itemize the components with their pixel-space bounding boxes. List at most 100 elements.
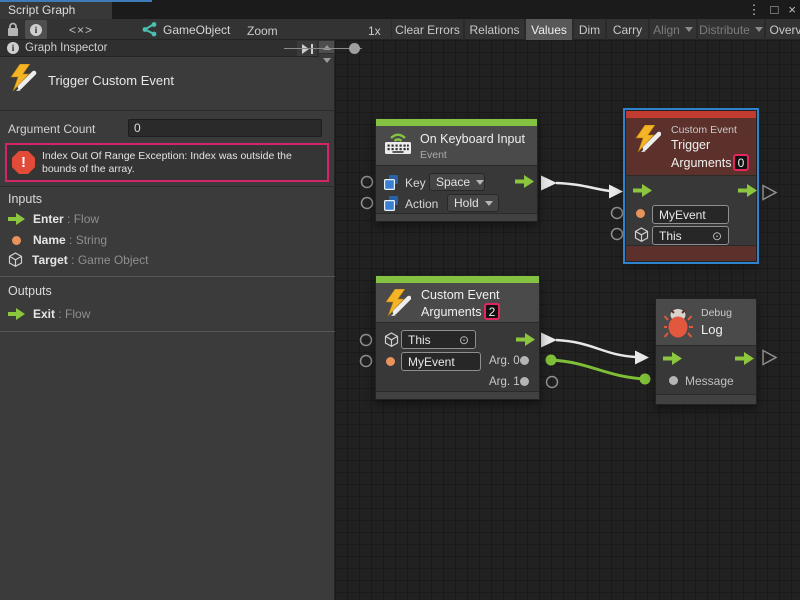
string-port-icon (12, 236, 21, 245)
target-picker-icon[interactable]: ⊙ (712, 229, 722, 243)
inputs-section-label: Inputs (8, 192, 42, 206)
arg1-port[interactable] (520, 377, 529, 386)
flow-arrow-icon (8, 213, 25, 225)
maximize-icon[interactable]: □ (771, 2, 779, 18)
node-title: Log (701, 322, 723, 337)
node-debug-log[interactable]: Debug Log Message (655, 298, 757, 405)
bug-icon (664, 306, 693, 339)
cube-icon (8, 252, 24, 268)
scroll-down-button[interactable] (319, 54, 334, 66)
info-icon (30, 24, 42, 36)
string-port-icon[interactable] (386, 357, 395, 366)
relations-button[interactable]: Relations (464, 19, 525, 40)
zoom-slider-knob[interactable] (349, 43, 360, 54)
overview-button[interactable]: Overv (765, 19, 800, 40)
zoom-label: Zoom (247, 24, 278, 38)
target-field[interactable]: This⊙ (401, 330, 476, 349)
arguments-label: Arguments (671, 156, 731, 170)
error-icon (12, 151, 35, 174)
enum-icon (384, 196, 399, 211)
key-dropdown[interactable]: Space (429, 173, 485, 191)
input-row-enter: Enter : Flow (8, 211, 99, 227)
event-name-field[interactable]: MyEvent (652, 205, 729, 224)
node-on-keyboard-input[interactable]: On Keyboard Input Event Key Space Action… (375, 118, 538, 222)
dim-button[interactable]: Dim (573, 19, 606, 40)
chevron-down-icon (755, 27, 763, 32)
action-label: Action (405, 197, 438, 211)
scroll-up-button[interactable] (319, 41, 334, 53)
inspector-title: Trigger Custom Event (48, 73, 174, 88)
node-footer (656, 394, 756, 404)
window-menu-icon[interactable]: ⋮ (748, 2, 761, 18)
string-port-icon[interactable] (636, 209, 645, 218)
argument-count-input[interactable] (128, 119, 322, 137)
arg1-label: Arg. 1 (489, 376, 520, 388)
node-footer (626, 245, 756, 261)
custom-event-icon (10, 64, 38, 94)
arguments-count-badge: 2 (484, 303, 500, 320)
argument-count-label: Argument Count (8, 122, 95, 136)
node-kicker: Debug (701, 307, 732, 319)
clear-errors-button[interactable]: Clear Errors (391, 19, 464, 40)
node-title: Custom Event (421, 288, 500, 302)
distribute-button[interactable]: Distribute (697, 19, 765, 40)
focus-accent-line (0, 0, 152, 2)
divider (0, 186, 335, 187)
divider (0, 110, 335, 111)
carry-button[interactable]: Carry (606, 19, 649, 40)
lock-button[interactable] (2, 20, 24, 39)
action-dropdown[interactable]: Hold (447, 194, 499, 212)
flow-out-port-icon[interactable] (516, 333, 535, 346)
lock-icon (6, 22, 20, 37)
zoom-value: 1x (368, 24, 381, 38)
align-button[interactable]: Align (649, 19, 697, 40)
cube-icon[interactable] (634, 227, 649, 242)
arg0-port[interactable] (520, 356, 529, 365)
custom-event-icon (635, 125, 661, 153)
node-topbar (376, 119, 537, 126)
node-kicker: Custom Event (671, 124, 737, 136)
values-button[interactable]: Values (525, 19, 573, 40)
arguments-count-badge: 0 (733, 154, 749, 171)
chevron-down-icon (685, 27, 693, 32)
inspector-toggle-button[interactable] (25, 20, 47, 39)
node-body: MyEvent This⊙ (626, 176, 756, 246)
tab-script-graph[interactable]: Script Graph (0, 2, 112, 19)
custom-event-icon (385, 289, 411, 317)
triangle-down-icon (323, 58, 331, 63)
output-row-exit: Exit : Flow (8, 306, 90, 322)
node-header[interactable]: On Keyboard Input Event (376, 126, 537, 166)
node-trigger-custom-event[interactable]: Custom Event Trigger Arguments 0 MyEvent… (625, 110, 757, 262)
flow-out-port-icon[interactable] (738, 184, 757, 197)
event-name-field[interactable]: MyEvent (401, 352, 481, 371)
error-message-box: Index Out Of Range Exception: Index was … (5, 143, 329, 182)
cube-icon[interactable] (384, 332, 399, 347)
chevron-down-icon (476, 180, 484, 185)
tab-strip: Script Graph ⋮ □ × (0, 0, 800, 19)
divider (0, 331, 335, 332)
message-port[interactable] (669, 376, 678, 385)
gameobject-chip[interactable]: GameObject (141, 22, 230, 37)
edit-code-button[interactable]: <×> (62, 23, 100, 37)
info-icon (7, 42, 19, 54)
message-label: Message (685, 374, 734, 388)
flow-arrow-icon (8, 308, 25, 320)
node-footer (376, 213, 537, 221)
node-title: On Keyboard Input (420, 132, 525, 146)
target-picker-icon[interactable]: ⊙ (459, 333, 469, 347)
error-text: Index Out Of Range Exception: Index was … (42, 150, 322, 176)
node-header[interactable]: Custom Event Trigger Arguments 0 (626, 118, 756, 176)
target-field[interactable]: This⊙ (652, 226, 729, 245)
node-subtitle: Event (420, 149, 447, 161)
flow-in-port-icon[interactable] (633, 184, 652, 197)
flow-out-port-icon[interactable] (515, 175, 534, 188)
node-header[interactable]: Custom Event Arguments 2 (376, 283, 539, 323)
node-header[interactable]: Debug Log (656, 299, 756, 346)
divider (0, 276, 335, 277)
flow-out-port-icon[interactable] (735, 352, 754, 365)
node-custom-event[interactable]: Custom Event Arguments 2 This⊙ MyEvent A… (375, 275, 540, 400)
close-icon[interactable]: × (788, 2, 796, 18)
node-topbar (376, 276, 539, 283)
node-footer (376, 391, 539, 399)
flow-in-port-icon[interactable] (663, 352, 682, 365)
